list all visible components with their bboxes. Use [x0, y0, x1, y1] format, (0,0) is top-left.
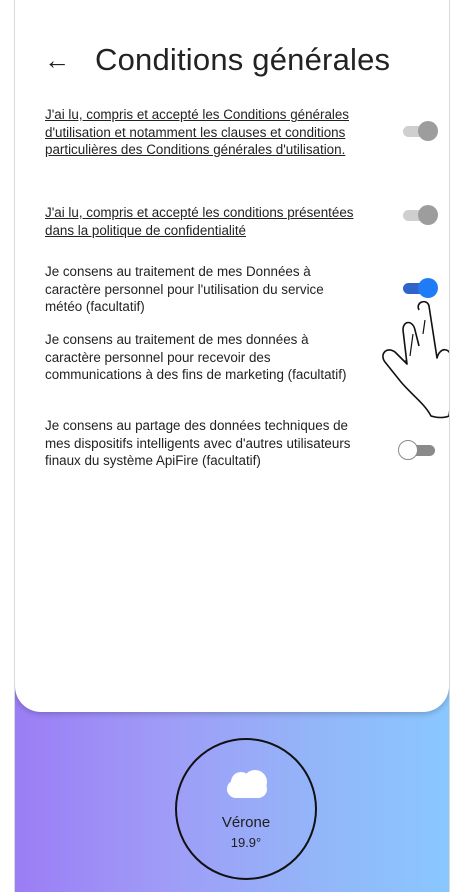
phone-screen: A ← Conditions générales J'ai lu, compri…	[14, 0, 450, 892]
back-arrow-icon[interactable]: ←	[43, 45, 71, 75]
consent-data-sharing-text: Je consens au partage des données techni…	[45, 418, 351, 468]
weather-city: Vérone	[221, 814, 271, 831]
consent-terms-of-use: J'ai lu, compris et accepté les Conditio…	[45, 106, 443, 159]
hand-pointer-icon	[382, 300, 449, 419]
weather-temperature: 19.9°	[230, 835, 262, 850]
consent-privacy-policy-toggle[interactable]	[397, 204, 443, 228]
consent-privacy-policy: J'ai lu, compris et accepté les conditio…	[45, 204, 443, 239]
page-header: ← Conditions générales	[43, 40, 390, 80]
consent-marketing-text: Je consens au traitement de mes données …	[45, 332, 347, 382]
cloud-icon-puff-right	[243, 770, 267, 794]
cloud-icon	[225, 770, 271, 800]
consent-terms-of-use-text[interactable]: J'ai lu, compris et accepté les Conditio…	[45, 106, 363, 159]
toggle-thumb	[398, 440, 418, 460]
consent-terms-of-use-toggle[interactable]	[397, 120, 443, 144]
consent-data-sharing-toggle[interactable]	[397, 439, 443, 463]
consent-privacy-policy-text[interactable]: J'ai lu, compris et accepté les conditio…	[45, 204, 363, 239]
weather-widget[interactable]: Vérone 19.9°	[175, 738, 317, 880]
toggle-thumb	[418, 205, 438, 225]
consent-data-sharing: Je consens au partage des données techni…	[45, 417, 443, 470]
page-title: Conditions générales	[95, 42, 391, 77]
toggle-thumb	[418, 121, 438, 141]
terms-card: ← Conditions générales J'ai lu, compris …	[15, 0, 449, 712]
consent-weather-service-text: Je consens au traitement de mes Données …	[45, 264, 324, 314]
